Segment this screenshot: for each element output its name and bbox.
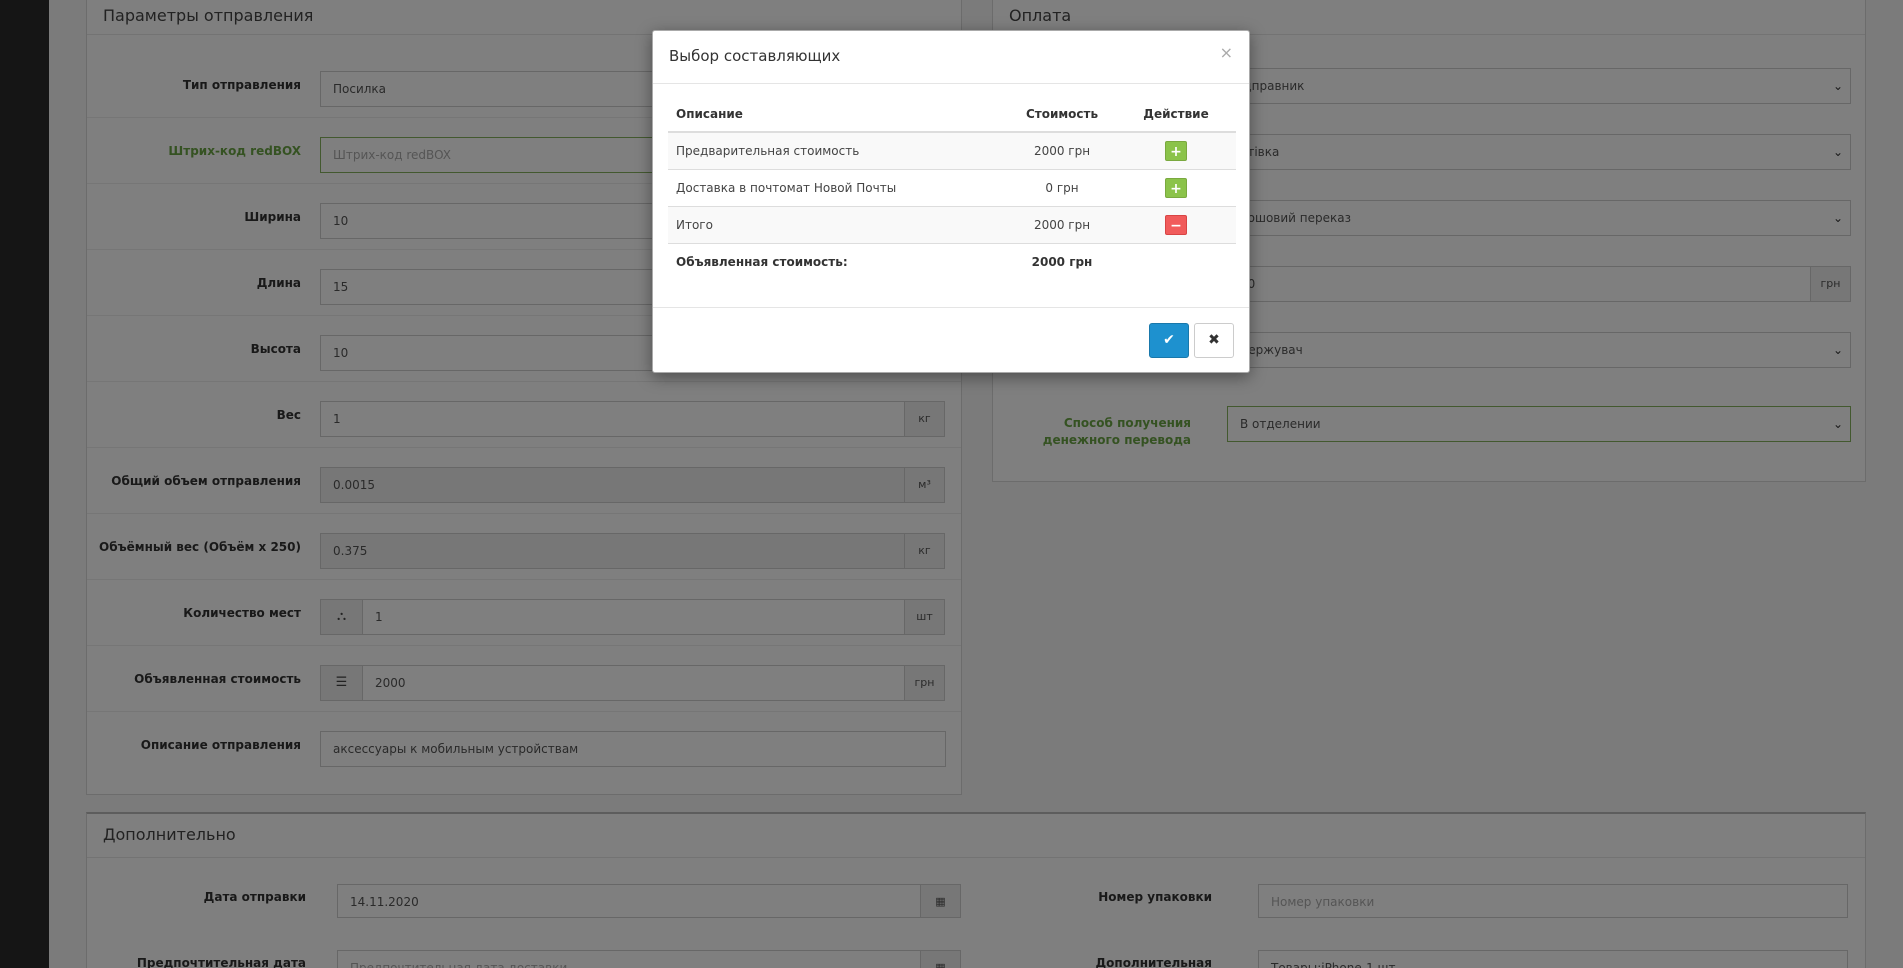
total-value: 2000 грн [1031,254,1093,269]
row-description: Итого [668,206,1008,244]
row-cost: 2000 грн [1008,206,1116,244]
add-icon[interactable]: + [1165,140,1187,161]
remove-icon[interactable]: − [1165,214,1187,235]
header-cost: Стоимость [1008,96,1116,133]
close-icon[interactable]: × [1220,43,1233,62]
total-label: Объявленная стоимость: [676,254,848,269]
modal-footer: ✔ ✖ [653,307,1249,372]
header-action: Действие [1116,96,1236,133]
table-row: Итого 2000 грн − [668,206,1236,244]
add-icon[interactable]: + [1165,177,1187,198]
components-modal: Выбор составляющих × Описание Стоимость … [652,30,1250,373]
modal-header: Выбор составляющих × [653,31,1249,84]
table-row: Доставка в почтомат Новой Почты 0 грн + [668,169,1236,207]
header-description: Описание [668,96,1008,133]
modal-body: Описание Стоимость Действие Предваритель… [653,84,1249,292]
cancel-button[interactable]: ✖ [1194,323,1234,358]
row-description: Предварительная стоимость [668,132,1008,170]
components-table: Описание Стоимость Действие Предваритель… [668,96,1236,280]
modal-title: Выбор составляющих [669,47,841,65]
check-icon: ✔ [1163,332,1175,348]
table-row: Предварительная стоимость 2000 грн + [668,132,1236,170]
row-description: Доставка в почтомат Новой Почты [668,169,1008,207]
row-cost: 2000 грн [1008,132,1116,170]
total-row: Объявленная стоимость: 2000 грн [668,243,1236,280]
row-cost: 0 грн [1008,169,1116,207]
table-header-row: Описание Стоимость Действие [668,96,1236,133]
close-icon: ✖ [1208,332,1220,348]
confirm-button[interactable]: ✔ [1149,323,1189,358]
